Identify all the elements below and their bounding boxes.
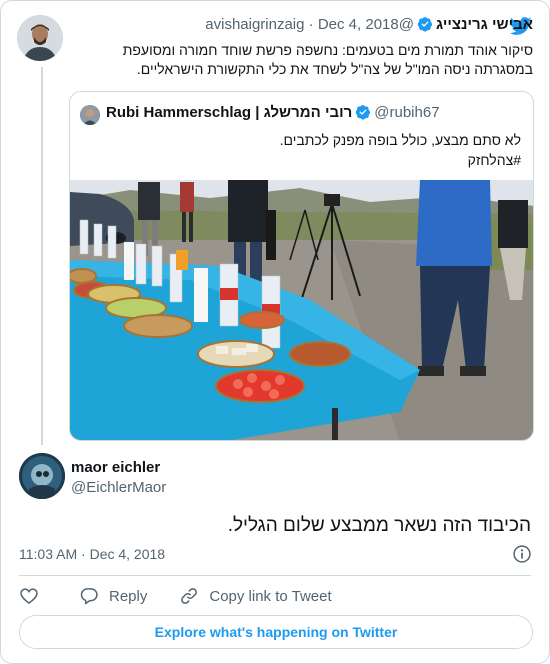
heart-icon [20, 588, 38, 605]
avatar[interactable] [17, 15, 63, 61]
verified-icon [417, 17, 433, 32]
explore-twitter-button[interactable]: Explore what's happening on Twitter [19, 615, 533, 649]
quoted-avatar [80, 105, 100, 125]
reply-label: Reply [109, 587, 148, 605]
quoted-tweet-hashtag[interactable]: #צהלחזק [82, 150, 521, 170]
main-tweet-text: הכיבוד הזה נשאר ממבצע שלום הגליל. [227, 515, 531, 536]
avatar[interactable] [19, 453, 65, 499]
verified-icon [355, 105, 371, 120]
copy-link-button[interactable]: Copy link to Tweet [179, 586, 332, 606]
tweet-actions: Reply Copy link to Tweet [19, 585, 364, 607]
tweet-timestamp[interactable]: 11:03 AM · Dec 4, 2018 [19, 546, 165, 562]
separator-dot: · [308, 16, 314, 33]
quoted-tweet[interactable]: Rubi Hammerschlag | רובי המרשלג @rubih67 … [69, 91, 534, 441]
quoted-author-name: Rubi Hammerschlag | רובי המרשלג [106, 104, 353, 121]
thread-line [41, 67, 43, 445]
tweet-time[interactable]: 11:03 AM [19, 546, 77, 562]
quoted-author-handle: @rubih67 [374, 104, 440, 121]
parent-tweet-line-2: במסגרתה ניסה המו"ל של צה"ל לשחד את כלי ה… [136, 61, 533, 77]
quoted-tweet-line-1: לא סתם מבצע, כולל בופה מפנק לכתבים. [279, 132, 521, 148]
parent-tweet-header: אבישי גרינצייג@avishaigrinzaig · Dec 4, … [65, 16, 533, 36]
tweet-date[interactable]: Dec 4, 2018 [90, 546, 166, 562]
tweet-date[interactable]: Dec 4, 2018 [318, 16, 399, 33]
link-icon [181, 588, 198, 604]
like-button[interactable] [19, 586, 49, 606]
parent-tweet-text: סיקור אוהד תמורת מים בטעמים: נחשפה פרשת … [65, 41, 533, 79]
parent-tweet-line-1: סיקור אוהד תמורת מים בטעמים: נחשפה פרשת … [122, 42, 533, 58]
tweet-embed-card: אבישי גרינצייג@avishaigrinzaig · Dec 4, … [0, 0, 550, 664]
separator-dot: · [81, 546, 86, 562]
reply-button[interactable]: Reply [79, 586, 147, 606]
author-handle[interactable]: @EichlerMaor [71, 479, 166, 496]
info-icon[interactable] [512, 544, 532, 564]
quoted-tweet-text: לא סתם מבצע, כולל בופה מפנק לכתבים. #צהל… [82, 130, 521, 170]
reply-icon [80, 588, 98, 605]
quoted-tweet-photo[interactable] [70, 180, 534, 441]
quoted-tweet-header: Rubi Hammerschlag | רובי המרשלג @rubih67 [106, 104, 521, 124]
copy-link-label: Copy link to Tweet [209, 587, 332, 605]
author-name[interactable]: maor eichler [71, 459, 160, 476]
author-name[interactable]: אבישי גרינצייג [436, 16, 533, 33]
divider [19, 575, 531, 576]
